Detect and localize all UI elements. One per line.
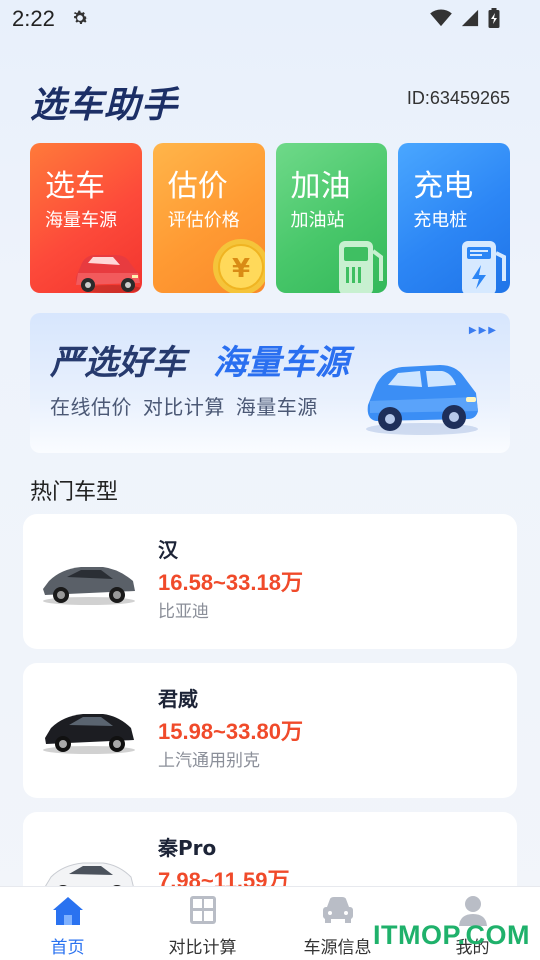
tile-subtitle: 评估价格: [167, 210, 240, 231]
feature-tiles: 选车 海量车源 估价 评估价格 ¥ 加油 加油站 充电 充电桩: [30, 143, 510, 293]
arrows-icon: ▶▶▶: [468, 325, 498, 336]
watermark: ITMOP.COM: [372, 920, 530, 950]
car-name: 汉: [158, 538, 178, 562]
wifi-icon: [430, 9, 452, 27]
nav-label: 对比计算: [168, 938, 237, 958]
status-time: 2:22: [12, 6, 55, 31]
promo-banner[interactable]: 严选好车 海量车源 在线估价 对比计算 海量车源 ▶▶▶: [30, 313, 510, 453]
banner-title-primary: 严选好车: [50, 343, 186, 383]
charging-station-icon: [462, 241, 506, 293]
battery-icon: [488, 8, 500, 28]
car-price: 16.58~33.18万: [158, 570, 303, 595]
user-id: ID:63459265: [406, 88, 510, 108]
tile-title: 充电: [413, 169, 474, 204]
car-brand: 上汽通用别克: [158, 751, 260, 771]
car-icon: [75, 255, 142, 293]
car-image: [43, 714, 135, 754]
tile-choose-car[interactable]: 选车 海量车源: [30, 143, 142, 293]
tile-estimate[interactable]: 估价 评估价格 ¥: [152, 143, 265, 293]
tile-title: 选车: [45, 169, 105, 204]
section-title-hot-models: 热门车型: [30, 480, 119, 505]
app-logo: 选车助手: [30, 85, 179, 126]
car-image: [43, 567, 135, 605]
car-price: 15.98~33.80万: [158, 719, 303, 744]
tile-fuel[interactable]: 加油 加油站: [275, 143, 388, 293]
signal-icon: [461, 9, 479, 27]
tile-title: 加油: [290, 169, 351, 204]
banner-title-secondary: 海量车源: [213, 343, 349, 383]
nav-item-compare[interactable]: 对比计算: [135, 887, 270, 960]
car-card[interactable]: 君威 15.98~33.80万 上汽通用别克: [23, 663, 517, 798]
tile-subtitle: 加油站: [290, 210, 345, 231]
tile-subtitle: 充电桩: [413, 210, 468, 231]
tile-title: 估价: [167, 169, 228, 204]
calculator-icon: [189, 896, 216, 924]
car-brand: 比亚迪: [158, 602, 209, 622]
car-card[interactable]: 汉 16.58~33.18万 比亚迪: [23, 514, 517, 649]
tile-charge[interactable]: 充电 充电桩: [398, 143, 510, 293]
car-name: 君威: [158, 687, 198, 711]
banner-subtitle: 在线估价 对比计算 海量车源: [50, 395, 318, 419]
fuel-pump-icon: [339, 241, 384, 293]
coin-icon: ¥: [212, 239, 265, 293]
car-illustration: [366, 365, 478, 435]
car-name: 秦Pro: [158, 836, 217, 860]
status-bar: 2:22: [0, 0, 540, 38]
gear-icon: [73, 10, 88, 24]
svg-text:¥: ¥: [231, 254, 249, 284]
tile-subtitle: 海量车源: [45, 210, 117, 231]
nav-label: 首页: [50, 938, 85, 958]
car-icon: [322, 897, 353, 923]
nav-item-home[interactable]: 首页: [0, 887, 135, 960]
home-icon: [52, 897, 83, 925]
